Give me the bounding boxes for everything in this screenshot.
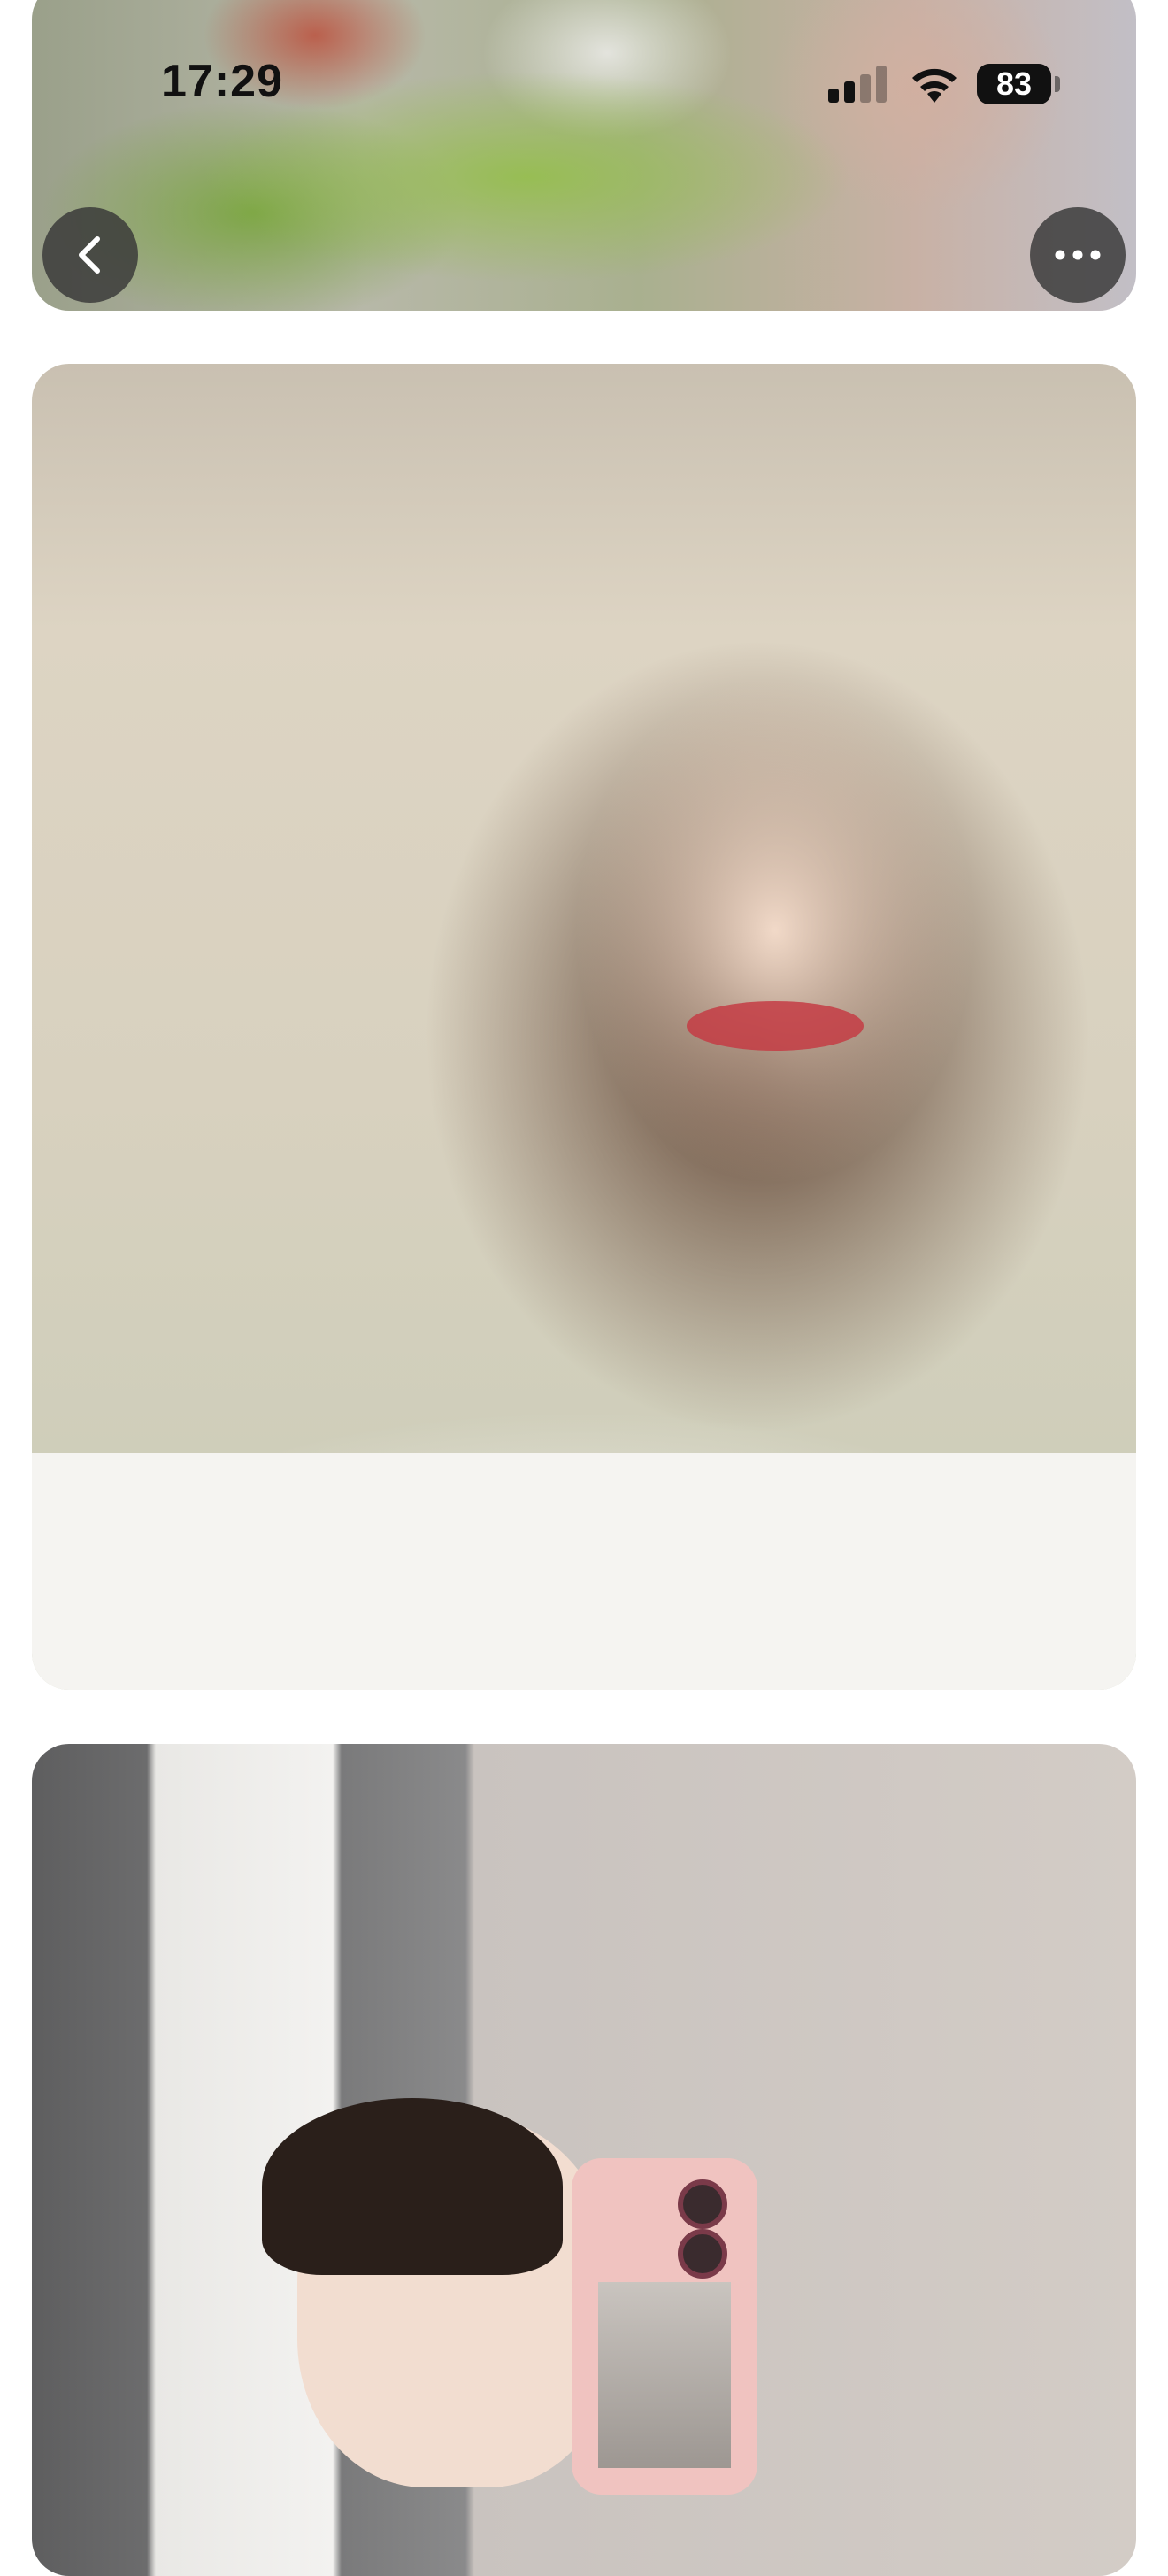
back-button[interactable] <box>42 207 138 303</box>
photo-mirror-selfie[interactable] <box>32 1744 1136 2576</box>
battery-cap <box>1055 76 1060 92</box>
battery-icon: 83 <box>977 64 1051 104</box>
photo-detail <box>572 2158 757 2495</box>
chevron-left-icon <box>79 236 100 274</box>
more-horizontal-icon <box>1055 250 1101 260</box>
photo-detail <box>687 1001 864 1051</box>
photo-detail <box>262 2098 563 2275</box>
wifi-icon <box>912 68 957 103</box>
signal-icon <box>828 66 888 103</box>
photo-detail <box>678 2179 727 2229</box>
photo-garden[interactable] <box>32 0 1136 311</box>
photo-indoor-selfie[interactable] <box>32 364 1136 1690</box>
photo-detail <box>678 2229 727 2279</box>
more-options-button[interactable] <box>1030 207 1126 303</box>
photo-detail <box>32 1453 1136 1690</box>
status-time: 17:29 <box>161 56 283 107</box>
photo-detail <box>598 2282 731 2468</box>
